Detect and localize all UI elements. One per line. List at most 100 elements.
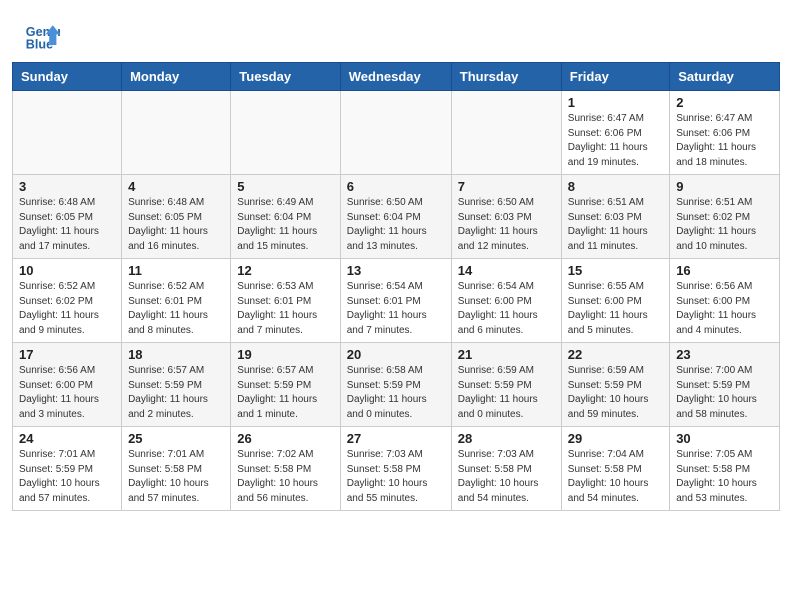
day-number: 9 [676, 179, 773, 194]
calendar-cell: 25 Sunrise: 7:01 AM Sunset: 5:58 PM Dayli… [122, 427, 231, 511]
calendar-cell [340, 91, 451, 175]
day-number: 5 [237, 179, 333, 194]
calendar-cell: 14 Sunrise: 6:54 AM Sunset: 6:00 PM Dayli… [451, 259, 561, 343]
day-info: Sunrise: 6:54 AM Sunset: 6:01 PM Dayligh… [347, 280, 445, 338]
calendar-cell: 22 Sunrise: 6:59 AM Sunset: 5:59 PM Dayli… [561, 343, 669, 427]
calendar-cell: 20 Sunrise: 6:58 AM Sunset: 5:59 PM Dayli… [340, 343, 451, 427]
weekday-header-saturday: Saturday [670, 63, 780, 91]
day-number: 24 [19, 431, 115, 446]
calendar-cell: 24 Sunrise: 7:01 AM Sunset: 5:59 PM Dayli… [13, 427, 122, 511]
day-number: 4 [128, 179, 224, 194]
day-number: 19 [237, 347, 333, 362]
calendar-cell: 21 Sunrise: 6:59 AM Sunset: 5:59 PM Dayli… [451, 343, 561, 427]
day-number: 21 [458, 347, 555, 362]
day-info: Sunrise: 7:00 AM Sunset: 5:59 PM Dayligh… [676, 364, 773, 422]
day-info: Sunrise: 6:53 AM Sunset: 6:01 PM Dayligh… [237, 280, 333, 338]
day-info: Sunrise: 6:47 AM Sunset: 6:06 PM Dayligh… [568, 112, 663, 170]
day-info: Sunrise: 6:57 AM Sunset: 5:59 PM Dayligh… [128, 364, 224, 422]
day-info: Sunrise: 6:58 AM Sunset: 5:59 PM Dayligh… [347, 364, 445, 422]
day-number: 14 [458, 263, 555, 278]
calendar-cell: 11 Sunrise: 6:52 AM Sunset: 6:01 PM Dayli… [122, 259, 231, 343]
day-info: Sunrise: 7:01 AM Sunset: 5:58 PM Dayligh… [128, 448, 224, 506]
calendar-cell: 8 Sunrise: 6:51 AM Sunset: 6:03 PM Daylig… [561, 175, 669, 259]
day-number: 10 [19, 263, 115, 278]
day-number: 20 [347, 347, 445, 362]
day-number: 1 [568, 95, 663, 110]
day-number: 3 [19, 179, 115, 194]
calendar-cell: 28 Sunrise: 7:03 AM Sunset: 5:58 PM Dayli… [451, 427, 561, 511]
weekday-header-monday: Monday [122, 63, 231, 91]
day-info: Sunrise: 6:47 AM Sunset: 6:06 PM Dayligh… [676, 112, 773, 170]
day-info: Sunrise: 7:03 AM Sunset: 5:58 PM Dayligh… [458, 448, 555, 506]
calendar-cell: 5 Sunrise: 6:49 AM Sunset: 6:04 PM Daylig… [231, 175, 340, 259]
calendar-cell: 29Sunrise: 7:04 AM Sunset: 5:58 PM Dayli… [561, 427, 669, 511]
day-info: Sunrise: 7:04 AM Sunset: 5:58 PM Dayligh… [568, 448, 663, 506]
day-info: Sunrise: 7:05 AM Sunset: 5:58 PM Dayligh… [676, 448, 773, 506]
day-info: Sunrise: 7:01 AM Sunset: 5:59 PM Dayligh… [19, 448, 115, 506]
day-number: 11 [128, 263, 224, 278]
calendar-cell [451, 91, 561, 175]
day-info: Sunrise: 6:54 AM Sunset: 6:00 PM Dayligh… [458, 280, 555, 338]
day-info: Sunrise: 6:52 AM Sunset: 6:01 PM Dayligh… [128, 280, 224, 338]
weekday-header-tuesday: Tuesday [231, 63, 340, 91]
svg-text:Blue: Blue [26, 38, 53, 52]
day-info: Sunrise: 6:50 AM Sunset: 6:03 PM Dayligh… [458, 196, 555, 254]
calendar-wrapper: SundayMondayTuesdayWednesdayThursdayFrid… [0, 62, 792, 523]
weekday-header-wednesday: Wednesday [340, 63, 451, 91]
calendar-header-row: SundayMondayTuesdayWednesdayThursdayFrid… [13, 63, 780, 91]
day-info: Sunrise: 6:56 AM Sunset: 6:00 PM Dayligh… [19, 364, 115, 422]
calendar-cell: 7 Sunrise: 6:50 AM Sunset: 6:03 PM Daylig… [451, 175, 561, 259]
weekday-header-friday: Friday [561, 63, 669, 91]
calendar-table: SundayMondayTuesdayWednesdayThursdayFrid… [12, 62, 780, 511]
day-number: 12 [237, 263, 333, 278]
day-number: 23 [676, 347, 773, 362]
day-info: Sunrise: 6:56 AM Sunset: 6:00 PM Dayligh… [676, 280, 773, 338]
calendar-cell: 23 Sunrise: 7:00 AM Sunset: 5:59 PM Dayli… [670, 343, 780, 427]
day-number: 8 [568, 179, 663, 194]
day-number: 22 [568, 347, 663, 362]
day-info: Sunrise: 6:48 AM Sunset: 6:05 PM Dayligh… [128, 196, 224, 254]
day-number: 7 [458, 179, 555, 194]
calendar-cell: 6Sunrise: 6:50 AM Sunset: 6:04 PM Daylig… [340, 175, 451, 259]
day-number: 30 [676, 431, 773, 446]
day-info: Sunrise: 6:59 AM Sunset: 5:59 PM Dayligh… [568, 364, 663, 422]
calendar-week-4: 17 Sunrise: 6:56 AM Sunset: 6:00 PM Dayli… [13, 343, 780, 427]
calendar-cell: 26Sunrise: 7:02 AM Sunset: 5:58 PM Dayli… [231, 427, 340, 511]
day-number: 13 [347, 263, 445, 278]
calendar-cell: 4 Sunrise: 6:48 AM Sunset: 6:05 PM Daylig… [122, 175, 231, 259]
weekday-header-thursday: Thursday [451, 63, 561, 91]
calendar-cell: 18 Sunrise: 6:57 AM Sunset: 5:59 PM Dayli… [122, 343, 231, 427]
calendar-cell: 27Sunrise: 7:03 AM Sunset: 5:58 PM Dayli… [340, 427, 451, 511]
day-number: 26 [237, 431, 333, 446]
day-info: Sunrise: 7:03 AM Sunset: 5:58 PM Dayligh… [347, 448, 445, 506]
calendar-cell: 30 Sunrise: 7:05 AM Sunset: 5:58 PM Dayli… [670, 427, 780, 511]
day-number: 17 [19, 347, 115, 362]
day-number: 15 [568, 263, 663, 278]
day-info: Sunrise: 6:48 AM Sunset: 6:05 PM Dayligh… [19, 196, 115, 254]
logo-icon: General Blue [24, 18, 60, 54]
day-info: Sunrise: 6:55 AM Sunset: 6:00 PM Dayligh… [568, 280, 663, 338]
calendar-cell: 12 Sunrise: 6:53 AM Sunset: 6:01 PM Dayli… [231, 259, 340, 343]
header: General Blue [0, 0, 792, 62]
calendar-cell [231, 91, 340, 175]
day-number: 6 [347, 179, 445, 194]
day-number: 28 [458, 431, 555, 446]
calendar-cell: 2 Sunrise: 6:47 AM Sunset: 6:06 PM Daylig… [670, 91, 780, 175]
day-info: Sunrise: 6:51 AM Sunset: 6:03 PM Dayligh… [568, 196, 663, 254]
day-number: 16 [676, 263, 773, 278]
calendar-cell [13, 91, 122, 175]
day-info: Sunrise: 6:59 AM Sunset: 5:59 PM Dayligh… [458, 364, 555, 422]
day-number: 2 [676, 95, 773, 110]
calendar-cell: 3 Sunrise: 6:48 AM Sunset: 6:05 PM Daylig… [13, 175, 122, 259]
weekday-header-sunday: Sunday [13, 63, 122, 91]
calendar-cell [122, 91, 231, 175]
day-info: Sunrise: 6:57 AM Sunset: 5:59 PM Dayligh… [237, 364, 333, 422]
day-number: 25 [128, 431, 224, 446]
day-info: Sunrise: 6:49 AM Sunset: 6:04 PM Dayligh… [237, 196, 333, 254]
day-info: Sunrise: 6:52 AM Sunset: 6:02 PM Dayligh… [19, 280, 115, 338]
logo: General Blue [24, 18, 66, 54]
calendar-week-5: 24 Sunrise: 7:01 AM Sunset: 5:59 PM Dayli… [13, 427, 780, 511]
calendar-cell: 16 Sunrise: 6:56 AM Sunset: 6:00 PM Dayli… [670, 259, 780, 343]
calendar-cell: 9Sunrise: 6:51 AM Sunset: 6:02 PM Daylig… [670, 175, 780, 259]
day-number: 18 [128, 347, 224, 362]
